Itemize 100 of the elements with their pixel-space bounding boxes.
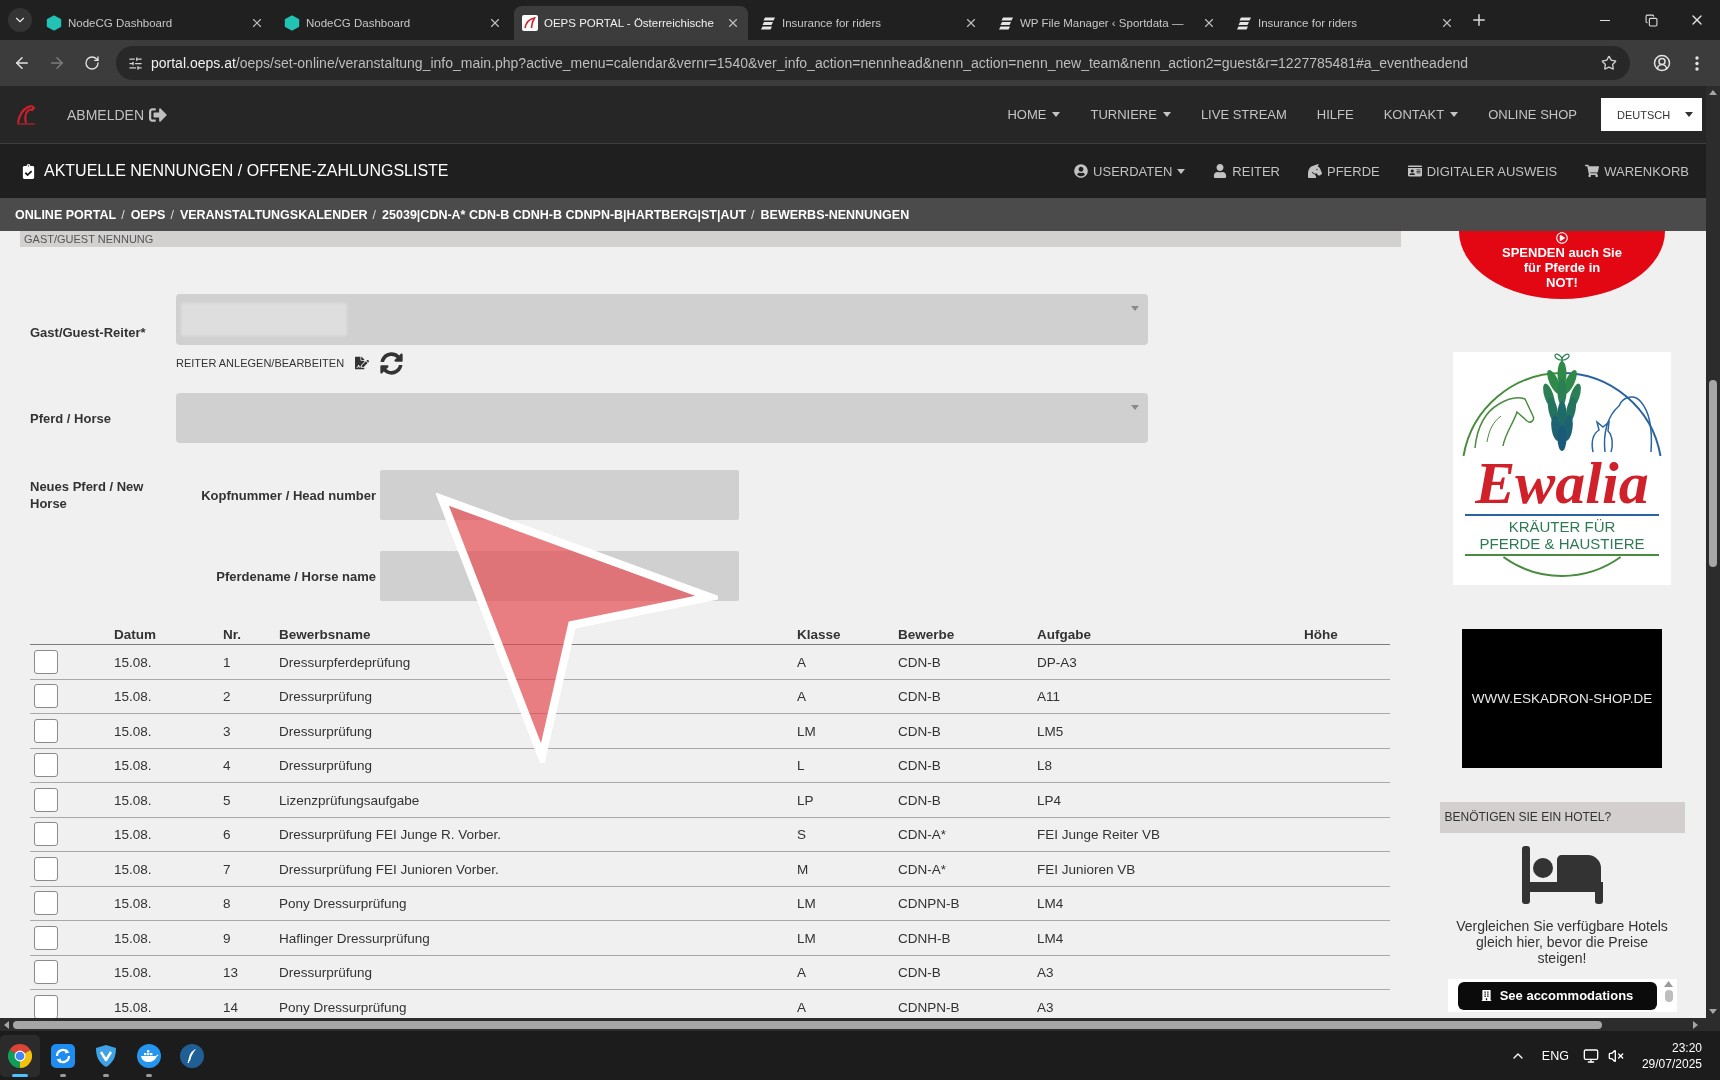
input-language[interactable]: ENG bbox=[1541, 1048, 1569, 1063]
nav-menu-item[interactable]: KONTAKT bbox=[1368, 107, 1474, 122]
url-text: portal.oeps.at/oeps/set-online/veranstaltung_info_main.php?active_menu=calendar&vernr=1540&ver_info_action=nennhead&nenn_action=nenn_new_team&nenn_action2=guest&r=1227785481#a_eventheadend bbox=[151, 55, 1469, 71]
nav-menu-item[interactable]: HILFE bbox=[1301, 107, 1369, 122]
scrollbar-thumb[interactable] bbox=[1664, 990, 1673, 1002]
input-field[interactable] bbox=[380, 551, 739, 601]
table-cell: 15.08. bbox=[114, 758, 152, 774]
table-cell: 15.08. bbox=[114, 896, 152, 912]
scroll-up-arrow-icon[interactable] bbox=[1664, 981, 1673, 987]
user-menu-item[interactable]: WARENKORB bbox=[1585, 163, 1689, 179]
scroll-down-arrow-icon[interactable] bbox=[1709, 1009, 1717, 1014]
table-cell: 5 bbox=[223, 792, 231, 808]
row-checkbox[interactable] bbox=[34, 684, 58, 709]
row-checkbox[interactable] bbox=[34, 787, 58, 812]
browser-tab[interactable]: Insurance for riders bbox=[1228, 6, 1462, 40]
table-cell: 4 bbox=[223, 758, 231, 774]
close-icon[interactable] bbox=[726, 16, 740, 30]
table-cell: LM bbox=[797, 896, 816, 912]
address-bar[interactable]: portal.oeps.at/oeps/set-online/veranstaltung_info_main.php?active_menu=calendar&vernr=1540&ver_info_action=nennhead&nenn_action=nenn_new_team&nenn_action2=guest&r=1227785481#a_eventheadend bbox=[116, 46, 1630, 80]
row-checkbox[interactable] bbox=[34, 925, 58, 950]
table-cell: CDN-B bbox=[898, 723, 941, 739]
row-checkbox[interactable] bbox=[34, 856, 58, 881]
site-settings-icon[interactable] bbox=[128, 55, 143, 71]
scrollbar-thumb[interactable] bbox=[13, 1020, 1602, 1029]
caret-icon bbox=[1685, 112, 1693, 117]
edit-rider-link[interactable]: REITER ANLEGEN/BEARBEITEN bbox=[176, 357, 345, 369]
tab-search-button[interactable] bbox=[8, 8, 32, 32]
table-cell: CDN-B bbox=[898, 965, 941, 981]
table-cell: 15.08. bbox=[114, 861, 152, 877]
browser-tab[interactable]: WP File Manager ‹ Sportdata — bbox=[990, 6, 1224, 40]
taskbar-app-button[interactable] bbox=[0, 1035, 40, 1077]
restore-icon bbox=[1644, 13, 1658, 27]
nav-menu-item[interactable]: HOME bbox=[992, 107, 1076, 122]
breadcrumb-link[interactable]: VERANSTALTUNGSKALENDER bbox=[179, 207, 368, 222]
clock[interactable]: 23:20 29/07/2025 bbox=[1641, 1039, 1702, 1072]
user-menu-item[interactable]: REITER bbox=[1213, 163, 1280, 179]
nav-menu-item[interactable]: LIVE STREAM bbox=[1185, 107, 1302, 122]
building-icon bbox=[1480, 990, 1492, 1001]
row-checkbox[interactable] bbox=[34, 753, 58, 778]
shop-ad-banner[interactable]: WWW.ESKADRON-SHOP.DE bbox=[1462, 629, 1662, 768]
table-cell: 2 bbox=[223, 689, 231, 705]
scroll-right-arrow-icon[interactable] bbox=[1693, 1020, 1698, 1029]
shield-app-icon bbox=[95, 1044, 117, 1068]
herbs-ad-banner[interactable]: Ewalia KRÄUTER FÜR PFERDE & HAUSTIERE bbox=[1453, 352, 1671, 585]
column-header: Aufgabe bbox=[1037, 627, 1091, 642]
monitor-icon[interactable] bbox=[1582, 1047, 1599, 1064]
horizontal-scrollbar[interactable] bbox=[0, 1018, 1720, 1031]
nav-menu-item[interactable]: TURNIERE bbox=[1075, 107, 1186, 122]
browser-tab[interactable]: NodeCG Dashboard bbox=[276, 6, 510, 40]
browser-tab[interactable]: NodeCG Dashboard bbox=[38, 6, 272, 40]
row-checkbox[interactable] bbox=[34, 822, 58, 847]
caret-icon bbox=[1131, 306, 1139, 311]
breadcrumb-link[interactable]: 25039|CDN-A* CDN-B CDNH-B CDNPN-B|HARTBERG|ST|AUT bbox=[382, 207, 747, 222]
breadcrumb-link[interactable]: BEWERBS-NENNUNGEN bbox=[760, 207, 910, 222]
file-edit-icon[interactable] bbox=[355, 356, 370, 370]
row-checkbox[interactable] bbox=[34, 960, 58, 985]
table-cell: M bbox=[797, 861, 809, 877]
table-cell: LM bbox=[797, 723, 816, 739]
input-field[interactable] bbox=[380, 470, 739, 520]
table-cell: 9 bbox=[223, 930, 231, 946]
browser-tab[interactable]: Insurance for riders bbox=[752, 6, 986, 40]
new-tab-plus-icon[interactable] bbox=[1470, 11, 1488, 29]
table-cell: A bbox=[797, 654, 806, 670]
close-icon[interactable] bbox=[964, 16, 978, 30]
close-icon[interactable] bbox=[488, 16, 502, 30]
browser-tab[interactable]: OEPS PORTAL - Österreichische bbox=[514, 6, 748, 40]
column-header: Nr. bbox=[223, 627, 241, 642]
column-header: Bewerbsname bbox=[279, 627, 371, 642]
accommodations-button[interactable]: See accommodations bbox=[1457, 981, 1657, 1010]
scroll-left-arrow-icon[interactable] bbox=[4, 1020, 9, 1029]
breadcrumb-link[interactable]: ONLINE PORTAL bbox=[15, 207, 117, 222]
sync-app-icon bbox=[51, 1044, 75, 1068]
row-checkbox[interactable] bbox=[34, 994, 58, 1018]
field-label: Pferdename / Horse name bbox=[215, 568, 377, 584]
breadcrumb-link[interactable]: OEPS bbox=[130, 207, 166, 222]
vertical-scrollbar[interactable] bbox=[1706, 86, 1720, 1018]
speaker-muted-icon[interactable] bbox=[1607, 1047, 1624, 1064]
scrollbar-thumb[interactable] bbox=[1709, 380, 1717, 567]
scroll-up-arrow-icon[interactable] bbox=[1709, 90, 1717, 95]
swoosh-favicon-icon bbox=[522, 15, 538, 31]
language-select[interactable]: DEUTSCH bbox=[1601, 98, 1702, 131]
swoosh-logo-icon[interactable] bbox=[15, 104, 37, 125]
user-menu-item[interactable]: DIGITALER AUSWEIS bbox=[1407, 163, 1558, 179]
table-cell: 6 bbox=[223, 827, 231, 843]
user-menu-item[interactable]: USERDATEN bbox=[1074, 163, 1186, 179]
bookmark-star-icon[interactable] bbox=[1601, 55, 1617, 71]
logout-link[interactable]: ABMELDEN bbox=[67, 105, 168, 124]
row-checkbox[interactable] bbox=[34, 718, 58, 743]
sign-out-icon bbox=[149, 105, 168, 124]
refresh-icon[interactable] bbox=[380, 351, 404, 375]
row-checkbox[interactable] bbox=[34, 891, 58, 916]
user-menu-item[interactable]: PFERDE bbox=[1308, 163, 1380, 179]
close-icon[interactable] bbox=[1202, 16, 1216, 30]
close-icon[interactable] bbox=[250, 16, 264, 30]
donation-badge[interactable]: SPENDEN auch Sie für Pferde in NOT! bbox=[1459, 231, 1665, 299]
row-checkbox[interactable] bbox=[34, 649, 58, 674]
hexagon-favicon-icon bbox=[284, 15, 300, 31]
close-icon[interactable] bbox=[1440, 16, 1454, 30]
nav-menu-item[interactable]: ONLINE SHOP bbox=[1473, 107, 1592, 122]
table-cell: FEI Junioren VB bbox=[1037, 861, 1136, 877]
